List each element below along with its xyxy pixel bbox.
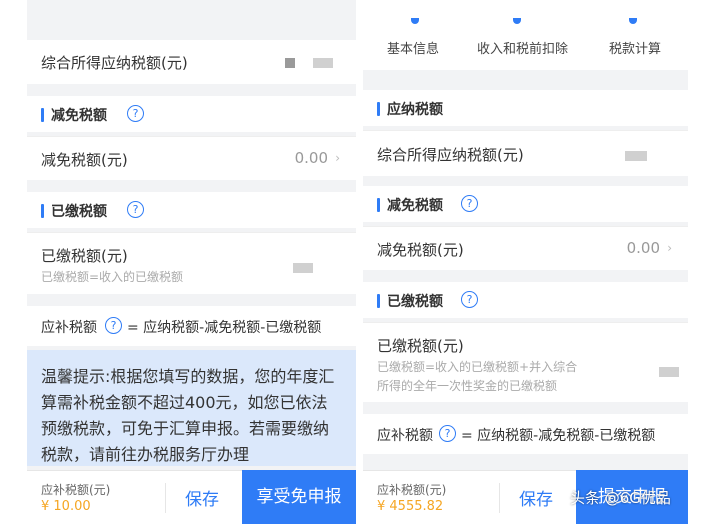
reduction-section-header: 减免税额 ? bbox=[27, 96, 356, 132]
section-bar bbox=[41, 108, 44, 122]
supplement-expr: = 应纳税额-减免税额-已缴税额 bbox=[127, 320, 322, 336]
paid-row[interactable]: 已缴税额(元) 已缴税额=收入的已缴税额+并入综合 所得的全年一次性奖金的已缴税… bbox=[363, 322, 688, 402]
paid-section-header: 已缴税额 ? bbox=[27, 192, 356, 228]
reduction-value: 0.00 bbox=[626, 239, 660, 257]
section-bar bbox=[377, 198, 380, 212]
reduction-section-header: 减免税额 ? bbox=[363, 186, 688, 222]
paid-label: 已缴税额(元) bbox=[41, 247, 128, 265]
divider bbox=[165, 483, 166, 513]
reduction-row[interactable]: 减免税额(元) 0.00 › bbox=[27, 136, 356, 180]
watermark: 头条 @6G优品 bbox=[570, 489, 671, 507]
supplement-amount-label: 应补税额(元) bbox=[41, 483, 111, 497]
step-dot-icon bbox=[411, 18, 419, 24]
step-dot-icon bbox=[513, 18, 521, 24]
help-icon[interactable]: ? bbox=[127, 201, 144, 218]
payable-label: 综合所得应纳税额(元) bbox=[41, 54, 188, 72]
left-screenshot: 综合所得应纳税额(元) 减免税额 ? 减免税额(元) 0.00 › 已缴税额 ?… bbox=[27, 0, 356, 524]
help-icon[interactable]: ? bbox=[439, 425, 456, 442]
paid-formula-note: 已缴税额=收入的已缴税额 bbox=[41, 270, 184, 284]
help-icon[interactable]: ? bbox=[105, 317, 122, 334]
step-tabs: 基本信息 收入和税前扣除 税款计算 bbox=[363, 0, 688, 70]
help-icon[interactable]: ? bbox=[127, 105, 144, 122]
reduction-label: 减免税额(元) bbox=[41, 151, 128, 169]
blurred-value bbox=[285, 58, 295, 68]
supplement-label: 应补税额 bbox=[41, 320, 97, 336]
supplement-amount: ¥ 4555.82 bbox=[377, 499, 444, 514]
payable-title: 应纳税额 bbox=[387, 102, 443, 118]
paid-title: 已缴税额 bbox=[387, 294, 443, 310]
supplement-amount-label: 应补税额(元) bbox=[377, 483, 447, 497]
reduction-row[interactable]: 减免税额(元) 0.00 › bbox=[363, 226, 688, 270]
supplement-formula: 应补税额 ? = 应纳税额-减免税额-已缴税额 bbox=[363, 414, 688, 454]
supplement-expr: = 应纳税额-减免税额-已缴税额 bbox=[461, 428, 656, 444]
paid-title: 已缴税额 bbox=[51, 204, 107, 220]
chevron-right-icon: › bbox=[335, 151, 340, 165]
divider bbox=[499, 483, 500, 513]
reduction-label: 减免税额(元) bbox=[377, 241, 464, 259]
blurred-value bbox=[659, 367, 679, 377]
supplement-amount: ¥ 10.00 bbox=[41, 499, 91, 514]
step-dot-icon bbox=[629, 18, 637, 24]
section-bar bbox=[377, 294, 380, 308]
save-button[interactable]: 保存 bbox=[185, 485, 219, 510]
reduction-title: 减免税额 bbox=[51, 108, 107, 124]
payable-row[interactable]: 综合所得应纳税额(元) bbox=[27, 40, 356, 84]
bottom-bar: 应补税额(元) ¥ 10.00 保存 享受免申报 bbox=[27, 470, 356, 524]
payable-section-header: 应纳税额 bbox=[363, 90, 688, 126]
exempt-filing-button[interactable]: 享受免申报 bbox=[242, 470, 356, 524]
right-screenshot: 基本信息 收入和税前扣除 税款计算 应纳税额 综合所得应纳税额(元) 减免税额 … bbox=[363, 0, 688, 524]
help-icon[interactable]: ? bbox=[461, 195, 478, 212]
save-button[interactable]: 保存 bbox=[519, 485, 553, 510]
section-bar bbox=[41, 204, 44, 218]
supplement-label: 应补税额 bbox=[377, 428, 433, 444]
reduction-value: 0.00 bbox=[294, 149, 328, 167]
section-bar bbox=[377, 102, 380, 116]
blurred-value bbox=[313, 58, 333, 68]
blurred-value bbox=[293, 263, 313, 273]
blurred-value bbox=[625, 151, 647, 161]
paid-row[interactable]: 已缴税额(元) 已缴税额=收入的已缴税额 bbox=[27, 232, 356, 294]
reduction-title: 减免税额 bbox=[387, 198, 443, 214]
help-icon[interactable]: ? bbox=[461, 291, 478, 308]
paid-section-header: 已缴税额 ? bbox=[363, 282, 688, 318]
supplement-formula: 应补税额 ? = 应纳税额-减免税额-已缴税额 bbox=[27, 306, 356, 346]
chevron-right-icon: › bbox=[667, 241, 672, 255]
paid-formula-note: 已缴税额=收入的已缴税额+并入综合 bbox=[377, 360, 578, 374]
warm-tip: 温馨提示:根据您填写的数据，您的年度汇算需补税金额不超过400元，如您已依法预缴… bbox=[27, 350, 356, 466]
paid-formula-note: 所得的全年一次性奖金的已缴税额 bbox=[377, 379, 558, 393]
tab-basic-info[interactable]: 基本信息 bbox=[387, 38, 439, 57]
payable-label: 综合所得应纳税额(元) bbox=[377, 146, 524, 164]
tab-income-deduction[interactable]: 收入和税前扣除 bbox=[477, 38, 568, 57]
paid-label: 已缴税额(元) bbox=[377, 337, 464, 355]
tab-tax-calculation[interactable]: 税款计算 bbox=[609, 38, 661, 57]
payable-row[interactable]: 综合所得应纳税额(元) bbox=[363, 130, 688, 176]
